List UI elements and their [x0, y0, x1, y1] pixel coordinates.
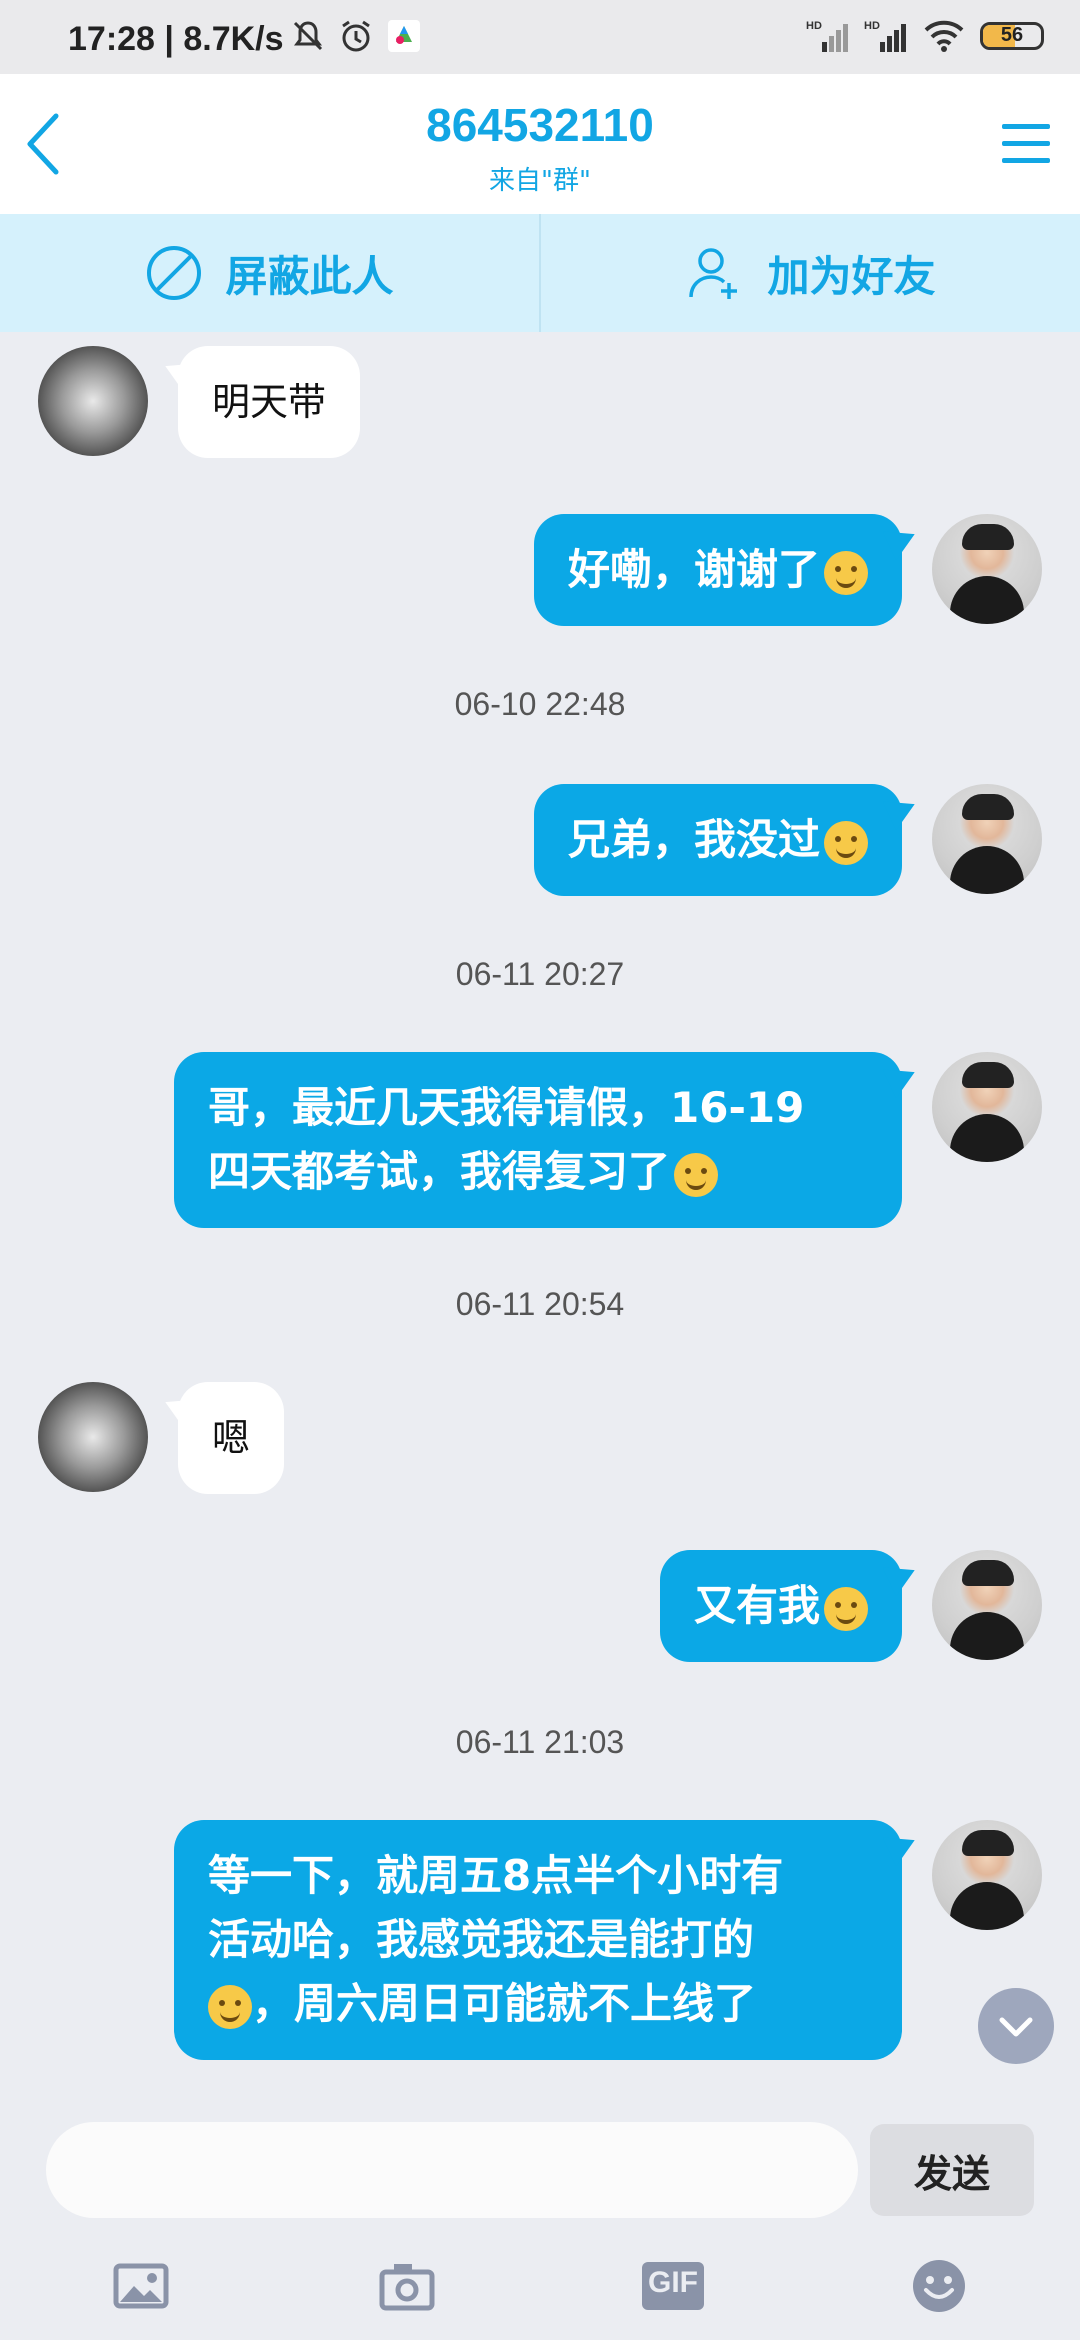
message-bubble-received[interactable]: 嗯 — [178, 1382, 285, 1494]
gif-icon[interactable]: GIF — [638, 2256, 708, 2316]
awkward-emoji — [208, 1984, 252, 2029]
page-subtitle: 来自"群" — [489, 166, 591, 196]
signal-hd-icon-2: HD — [864, 20, 906, 52]
chat-header: 864532110 来自"群" — [0, 74, 1080, 214]
message-text: 又有我 — [693, 1581, 820, 1630]
message-bubble-sent[interactable]: 等一下，就周五8点半个小时有 活动哈，我感觉我还是能打的 ，周六周日可能就不上线… — [174, 1820, 902, 2060]
wifi-icon — [924, 20, 964, 52]
menu-icon[interactable] — [998, 118, 1054, 170]
my-avatar[interactable] — [932, 1052, 1042, 1162]
ok-hand-emoji — [824, 550, 868, 595]
message-text: 明天带 — [212, 380, 327, 424]
status-bar: 17:28 | 8.7K/s HD HD 56 — [0, 0, 1080, 74]
message-text-line-3: ，周六周日可能就不上线了 — [252, 1979, 757, 2028]
contact-avatar[interactable] — [38, 1382, 148, 1492]
gif-label: GIF — [648, 2266, 698, 2299]
message-timestamp: 06-11 20:54 — [455, 1286, 625, 1322]
message-text: 兄弟，我没过 — [567, 815, 820, 864]
battery-icon: 56 — [980, 22, 1044, 50]
my-avatar[interactable] — [932, 1550, 1042, 1660]
my-avatar[interactable] — [932, 784, 1042, 894]
my-avatar[interactable] — [932, 1820, 1042, 1930]
message-bubble-sent[interactable]: 兄弟，我没过 — [533, 784, 902, 896]
app-notification-icon — [388, 20, 420, 52]
message-text: 嗯 — [212, 1416, 251, 1460]
message-input[interactable] — [46, 2122, 858, 2218]
input-toolbar: GIF — [0, 2250, 1080, 2340]
status-icons — [290, 18, 422, 54]
send-button[interactable]: 发送 — [870, 2124, 1034, 2216]
block-icon — [147, 246, 202, 300]
message-text-line-2: 四天都考试，我得复习了 — [208, 1147, 671, 1196]
add-friend-icon — [689, 248, 738, 299]
cry-emoji — [674, 1152, 719, 1197]
message-bubble-sent[interactable]: 哥，最近几天我得请假，16-19 四天都考试，我得复习了 — [174, 1052, 902, 1228]
message-bubble-received[interactable]: 明天带 — [178, 346, 361, 458]
send-label: 发送 — [913, 2151, 990, 2196]
message-text-line-1: 哥，最近几天我得请假，16-19 — [208, 1083, 805, 1132]
message-timestamp: 06-11 21:03 — [455, 1724, 625, 1760]
camera-icon[interactable] — [372, 2256, 442, 2316]
block-label: 屏蔽此人 — [225, 251, 394, 301]
message-text-line-1: 等一下，就周五8点半个小时有 — [208, 1851, 784, 1900]
image-icon[interactable] — [106, 2256, 176, 2316]
block-button[interactable]: 屏蔽此人 — [0, 214, 539, 332]
grin-emoji — [824, 820, 868, 865]
muted-bell-icon — [293, 21, 323, 51]
message-text: 好嘞，谢谢了 — [567, 545, 820, 594]
chevron-down-icon — [999, 2017, 1033, 2037]
message-bubble-sent[interactable]: 又有我 — [659, 1550, 902, 1662]
add-friend-label: 加为好友 — [767, 251, 936, 301]
emoji-icon[interactable] — [904, 2256, 974, 2316]
status-time: 17:28 | 8.7K/s — [68, 20, 284, 58]
message-timestamp: 06-10 22:48 — [454, 686, 626, 722]
signal1-label: HD — [806, 20, 822, 32]
page-title: 864532110 — [426, 99, 654, 151]
awkward-emoji — [824, 1586, 868, 1631]
my-avatar[interactable] — [932, 514, 1042, 624]
signal2-label: HD — [864, 20, 880, 32]
signal-hd-icon: HD — [806, 20, 848, 52]
scroll-to-bottom-button[interactable] — [978, 1988, 1054, 2064]
alarm-icon — [342, 20, 370, 52]
contact-avatar[interactable] — [38, 346, 148, 456]
message-text-line-2: 活动哈，我感觉我还是能打的 — [208, 1915, 755, 1964]
add-friend-button[interactable]: 加为好友 — [541, 214, 1080, 332]
message-bubble-sent[interactable]: 好嘞，谢谢了 — [533, 514, 902, 626]
battery-level: 56 — [1000, 24, 1024, 46]
message-timestamp: 06-11 20:27 — [455, 956, 625, 992]
stranger-action-bar: 屏蔽此人 加为好友 — [0, 214, 1080, 332]
status-right: HD HD 56 — [806, 18, 1044, 54]
